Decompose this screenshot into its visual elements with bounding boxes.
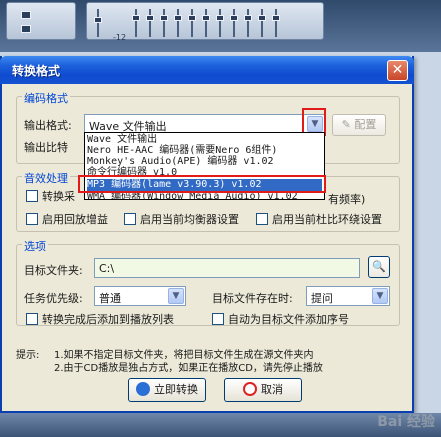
close-button[interactable]: ✕: [387, 60, 408, 81]
target-folder-value: C:\: [99, 262, 115, 275]
output-format-select[interactable]: Wave 文件输出 ▼: [84, 114, 325, 134]
eq-slider[interactable]: [202, 9, 210, 37]
checkbox-resample[interactable]: 转换采: [26, 188, 75, 204]
checkbox-dolby-label: 启用当前杜比环绕设置: [272, 213, 382, 226]
convert-now-label: 立即转换: [154, 383, 198, 396]
hint-line-2: 2.由于CD播放是独占方式，如果正在播放CD，请先停止播放: [54, 363, 323, 374]
equalizer-panel: -12: [86, 2, 324, 42]
output-format-label: 输出格式:: [24, 119, 72, 132]
eq-slider[interactable]: [230, 9, 238, 37]
eq-slider[interactable]: [146, 9, 154, 37]
volume-slider[interactable]: [21, 25, 31, 33]
file-exists-dropdown-button[interactable]: ▼: [372, 288, 388, 304]
eq-slider[interactable]: [244, 9, 252, 37]
play-icon: [136, 382, 150, 396]
eq-slider[interactable]: [160, 9, 168, 37]
dialog-titlebar[interactable]: 转换格式 ✕: [0, 56, 414, 84]
bitrate-label: 输出比特: [24, 141, 68, 154]
close-icon: ✕: [391, 62, 404, 78]
background-app-equalizer: -12: [0, 0, 441, 52]
checkbox-dolby[interactable]: 启用当前杜比环绕设置: [256, 211, 382, 227]
dialog-title: 转换格式: [12, 64, 61, 78]
checkbox-box[interactable]: [26, 213, 38, 225]
checkbox-add-to-playlist[interactable]: 转换完成后添加到播放列表: [26, 311, 174, 327]
checkbox-replay-gain-label: 启用回放增益: [42, 213, 108, 226]
checkbox-add-to-playlist-label: 转换完成后添加到播放列表: [42, 313, 174, 326]
balance-slider[interactable]: [21, 11, 31, 19]
eq-slider[interactable]: [132, 9, 140, 37]
checkbox-add-sequence[interactable]: 自动为目标文件添加序号: [212, 311, 349, 327]
checkbox-box[interactable]: [124, 213, 136, 225]
cancel-icon: [243, 382, 257, 396]
checkbox-replay-gain[interactable]: 启用回放增益: [26, 211, 108, 227]
edit-icon: ✎: [341, 118, 351, 131]
checkbox-resample-label: 转换采: [42, 190, 75, 203]
eq-slider[interactable]: [174, 9, 182, 37]
checkbox-box[interactable]: [256, 213, 268, 225]
target-folder-input[interactable]: C:\: [94, 258, 360, 278]
balance-panel: [6, 2, 76, 40]
priority-label: 任务优先级:: [24, 292, 83, 305]
audio-processing-group-title: 音效处理: [22, 170, 70, 186]
eq-scale-label: -12: [113, 33, 127, 42]
cancel-label: 取消: [261, 383, 283, 396]
eq-slider[interactable]: [272, 9, 280, 37]
cancel-button[interactable]: 取消: [224, 378, 302, 402]
config-button-label: 配置: [354, 118, 377, 131]
chevron-down-icon: ▼: [172, 291, 180, 301]
hint-prefix: 提示:: [16, 350, 40, 361]
file-exists-select[interactable]: 提问 ▼: [306, 286, 390, 306]
options-group-title: 选项: [22, 238, 48, 254]
checkbox-resample-label-tail: 有频率): [328, 193, 366, 206]
magnifier-icon: 🔍: [372, 260, 386, 273]
encoding-group-title: 编码格式: [22, 90, 70, 106]
priority-dropdown-button[interactable]: ▼: [168, 288, 184, 304]
priority-select[interactable]: 普通 ▼: [94, 286, 186, 306]
chevron-down-icon: ▼: [376, 291, 384, 301]
eq-slider[interactable]: [94, 9, 102, 37]
highlight-box-mp3-option: [78, 175, 326, 193]
checkbox-box[interactable]: [212, 313, 224, 325]
checkbox-equalizer[interactable]: 启用当前均衡器设置: [124, 211, 239, 227]
config-button[interactable]: ✎ 配置: [332, 114, 386, 136]
checkbox-add-sequence-label: 自动为目标文件添加序号: [228, 313, 349, 326]
watermark: Bai 经验: [377, 414, 435, 430]
browse-folder-button[interactable]: 🔍: [368, 256, 390, 278]
eq-slider[interactable]: [188, 9, 196, 37]
priority-value: 普通: [99, 292, 121, 305]
target-folder-label: 目标文件夹:: [24, 264, 83, 277]
eq-slider[interactable]: [216, 9, 224, 37]
file-exists-value: 提问: [311, 292, 333, 305]
checkbox-equalizer-label: 启用当前均衡器设置: [140, 213, 239, 226]
background-app-footer: [0, 413, 441, 437]
convert-format-dialog: 转换格式 ✕ 编码格式 输出格式: Wave 文件输出 ▼ ✎ 配置 输出比特 …: [0, 56, 414, 413]
eq-slider[interactable]: [258, 9, 266, 37]
convert-now-button[interactable]: 立即转换: [128, 378, 206, 402]
checkbox-box[interactable]: [26, 190, 38, 202]
file-exists-label: 目标文件存在时:: [212, 292, 293, 305]
checkbox-box[interactable]: [26, 313, 38, 325]
